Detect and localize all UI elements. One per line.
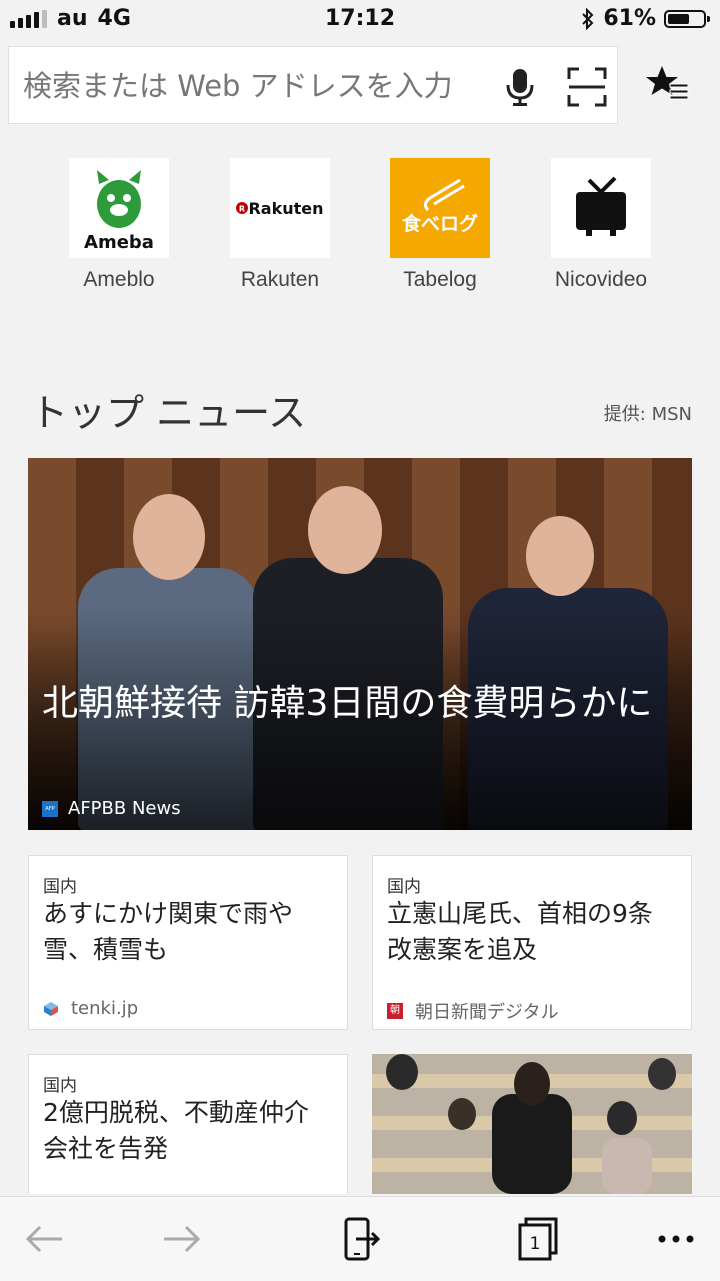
battery-percent: 61% bbox=[603, 6, 656, 31]
battery-icon bbox=[664, 9, 710, 28]
news-source-label: 朝日新聞デジタル bbox=[415, 1002, 559, 1023]
quick-link-label-rakuten: Rakuten bbox=[240, 268, 320, 291]
rakuten-logo-icon: R Rakuten bbox=[236, 199, 324, 218]
arrow-left-icon bbox=[25, 1225, 62, 1253]
section-title: トップ ニュース bbox=[30, 391, 307, 435]
hero-news-card[interactable]: 北朝鮮接待 訪韓3日間の食費明らかに AFP AFPBB News bbox=[28, 458, 692, 830]
quick-link-label-tabelog: Tabelog bbox=[403, 268, 477, 291]
tabs-count: 1 bbox=[530, 1234, 541, 1254]
quick-link-nicovideo[interactable] bbox=[551, 158, 651, 258]
news-photo bbox=[372, 1054, 692, 1194]
tabelog-logo-icon: 食べログ bbox=[402, 178, 478, 235]
phone-share-icon bbox=[344, 1217, 380, 1261]
hero-headline: 北朝鮮接待 訪韓3日間の食費明らかに bbox=[42, 683, 653, 724]
news-category: 国内 bbox=[43, 1076, 77, 1096]
status-right: 61% bbox=[581, 6, 710, 31]
quick-link-label-nicovideo: Nicovideo bbox=[554, 268, 648, 291]
rakuten-logo-text: Rakuten bbox=[248, 199, 323, 218]
more-button[interactable] bbox=[654, 1217, 698, 1261]
tabs-icon: 1 bbox=[518, 1217, 558, 1261]
quick-link-label-ameblo: Ameblo bbox=[83, 268, 155, 291]
hero-source: AFP AFPBB News bbox=[42, 798, 181, 819]
news-card[interactable]: 国内 2億円脱税、不動産仲介会社を告発 bbox=[28, 1054, 348, 1194]
ameba-logo-icon: Ameba bbox=[84, 170, 154, 253]
hero-source-label: AFPBB News bbox=[68, 798, 181, 819]
svg-text:R: R bbox=[239, 205, 245, 214]
bottom-toolbar: 1 bbox=[0, 1196, 720, 1281]
news-category: 国内 bbox=[387, 877, 421, 897]
arrow-right-icon bbox=[164, 1225, 201, 1253]
back-button[interactable] bbox=[22, 1217, 66, 1261]
search-input[interactable] bbox=[21, 47, 495, 125]
news-photo-card[interactable] bbox=[372, 1054, 692, 1194]
asahi-logo-icon: 朝 bbox=[387, 1003, 403, 1019]
address-bar bbox=[8, 46, 618, 125]
favorites-star-icon[interactable] bbox=[644, 62, 690, 108]
news-source: 朝 朝日新聞デジタル bbox=[387, 998, 559, 1024]
news-card[interactable]: 国内 立憲山尾氏、首相の9条改憲案を追及 朝 朝日新聞デジタル bbox=[372, 855, 692, 1030]
status-bar: au 4G 17:12 61% bbox=[0, 0, 720, 40]
bluetooth-icon bbox=[582, 7, 594, 30]
quick-link-tabelog[interactable]: 食べログ bbox=[390, 158, 490, 258]
tabelog-logo-text: 食べログ bbox=[402, 212, 478, 235]
scan-icon[interactable] bbox=[567, 67, 607, 107]
tenki-logo-icon bbox=[44, 1001, 58, 1016]
ameba-logo-text: Ameba bbox=[84, 232, 154, 253]
more-icon bbox=[658, 1235, 694, 1243]
news-source-label: tenki.jp bbox=[71, 998, 139, 1019]
news-category: 国内 bbox=[43, 877, 77, 897]
news-title: 2億円脱税、不動産仲介会社を告発 bbox=[43, 1098, 309, 1163]
forward-button[interactable] bbox=[160, 1217, 204, 1261]
continue-on-pc-button[interactable] bbox=[338, 1217, 382, 1261]
afp-logo-icon: AFP bbox=[42, 800, 58, 817]
news-provider: 提供: MSN bbox=[603, 404, 692, 425]
tabs-button[interactable]: 1 bbox=[516, 1217, 560, 1261]
tv-icon bbox=[576, 176, 626, 236]
news-card[interactable]: 国内 あすにかけ関東で雨や雪、積雪も tenki.jp bbox=[28, 855, 348, 1030]
microphone-icon[interactable] bbox=[503, 67, 537, 107]
quick-link-ameblo[interactable]: Ameba bbox=[69, 158, 169, 258]
quick-link-rakuten[interactable]: R Rakuten bbox=[230, 158, 330, 258]
news-title: 立憲山尾氏、首相の9条改憲案を追及 bbox=[387, 899, 653, 964]
news-source: tenki.jp bbox=[43, 998, 138, 1019]
news-title: あすにかけ関東で雨や雪、積雪も bbox=[43, 899, 294, 964]
hero-overlay bbox=[28, 458, 692, 830]
